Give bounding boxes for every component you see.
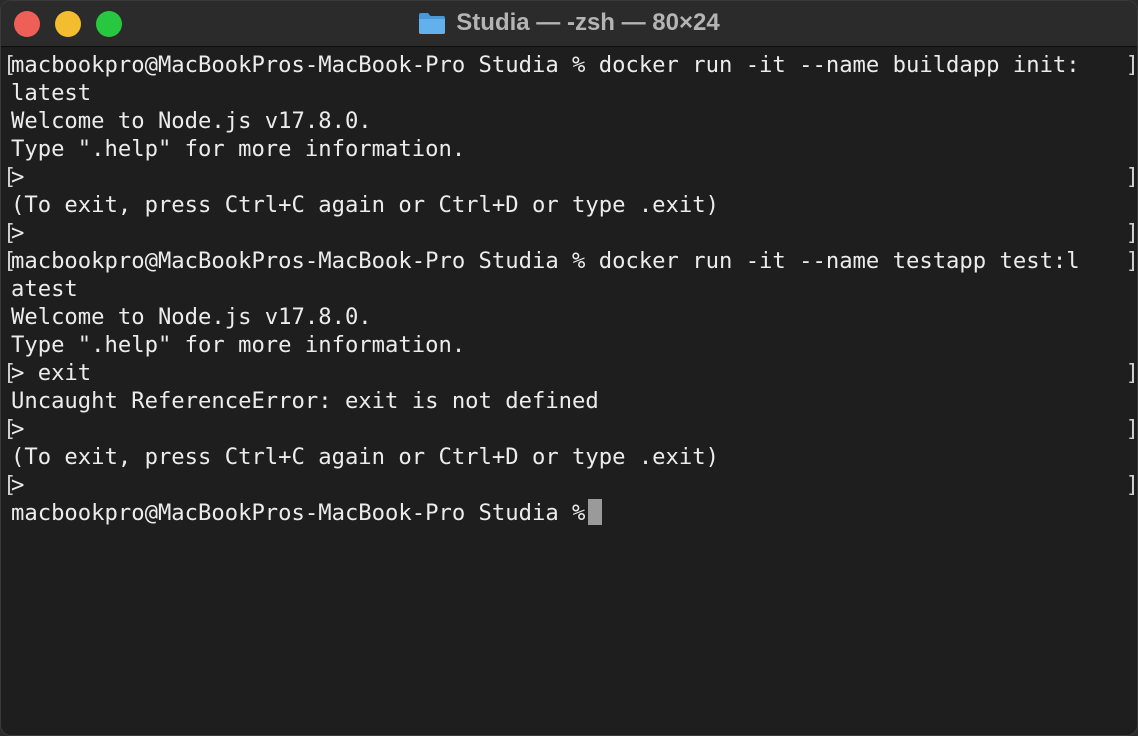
terminal-line-text: macbookpro@MacBookPros-MacBook-Pro Studi… xyxy=(11,248,1080,274)
terminal-line-text: (To exit, press Ctrl+C again or Ctrl+D o… xyxy=(11,444,719,470)
terminal-line: atest xyxy=(1,275,1137,303)
folder-icon xyxy=(419,13,446,34)
terminal-line: [>] xyxy=(1,219,1138,247)
mark-bracket-left: [ xyxy=(3,220,17,246)
mark-bracket-left: [ xyxy=(3,472,17,498)
shell-prompt: macbookpro@MacBookPros-MacBook-Pro Studi… xyxy=(11,500,586,526)
mark-bracket-right: ] xyxy=(1125,416,1138,442)
mark-bracket-left: [ xyxy=(3,248,17,274)
mark-bracket-right: ] xyxy=(1125,360,1138,386)
terminal-line: Welcome to Node.js v17.8.0. xyxy=(1,107,1137,135)
mark-bracket-right: ] xyxy=(1125,248,1138,274)
terminal-line-text: (To exit, press Ctrl+C again or Ctrl+D o… xyxy=(11,192,719,218)
terminal-line: Type ".help" for more information. xyxy=(1,135,1137,163)
terminal-line: (To exit, press Ctrl+C again or Ctrl+D o… xyxy=(1,443,1137,471)
terminal-line: [>] xyxy=(1,415,1138,443)
mark-bracket-right: ] xyxy=(1125,52,1138,78)
terminal-line-text: Uncaught ReferenceError: exit is not def… xyxy=(11,388,599,414)
mark-bracket-left: [ xyxy=(3,164,17,190)
terminal-line-text: > exit xyxy=(11,360,92,386)
window-title-text: Studia — -zsh — 80×24 xyxy=(456,9,720,36)
terminal-line-text: macbookpro@MacBookPros-MacBook-Pro Studi… xyxy=(11,52,1080,78)
terminal-line: [>] xyxy=(1,471,1138,499)
mark-bracket-right: ] xyxy=(1125,472,1138,498)
terminal-output[interactable]: [macbookpro@MacBookPros-MacBook-Pro Stud… xyxy=(1,51,1138,735)
terminal-line: (To exit, press Ctrl+C again or Ctrl+D o… xyxy=(1,191,1137,219)
window-title: Studia — -zsh — 80×24 xyxy=(1,1,1137,45)
terminal-line-text: Welcome to Node.js v17.8.0. xyxy=(11,108,372,134)
mark-bracket-right: ] xyxy=(1125,220,1138,246)
text-cursor xyxy=(588,499,603,525)
terminal-line: Welcome to Node.js v17.8.0. xyxy=(1,303,1137,331)
mark-bracket-left: [ xyxy=(3,416,17,442)
prompt-line[interactable]: macbookpro@MacBookPros-MacBook-Pro Studi… xyxy=(1,499,1137,527)
terminal-line: [> exit] xyxy=(1,359,1138,387)
mark-bracket-left: [ xyxy=(3,360,17,386)
mark-bracket-left: [ xyxy=(3,52,17,78)
terminal-line: latest xyxy=(1,79,1137,107)
terminal-line-text: latest xyxy=(11,80,92,106)
mark-bracket-right: ] xyxy=(1125,164,1138,190)
terminal-line: [>] xyxy=(1,163,1138,191)
terminal-window: Studia — -zsh — 80×24 [macbookpro@MacBoo… xyxy=(0,0,1138,736)
terminal-line-text: Type ".help" for more information. xyxy=(11,136,466,162)
terminal-line-text: Welcome to Node.js v17.8.0. xyxy=(11,304,372,330)
terminal-line-text: Type ".help" for more information. xyxy=(11,332,466,358)
terminal-line-text: atest xyxy=(11,276,78,302)
terminal-line: [macbookpro@MacBookPros-MacBook-Pro Stud… xyxy=(1,51,1138,79)
terminal-line: Type ".help" for more information. xyxy=(1,331,1137,359)
terminal-line: Uncaught ReferenceError: exit is not def… xyxy=(1,387,1137,415)
title-bar[interactable]: Studia — -zsh — 80×24 xyxy=(1,1,1137,47)
terminal-line: [macbookpro@MacBookPros-MacBook-Pro Stud… xyxy=(1,247,1138,275)
